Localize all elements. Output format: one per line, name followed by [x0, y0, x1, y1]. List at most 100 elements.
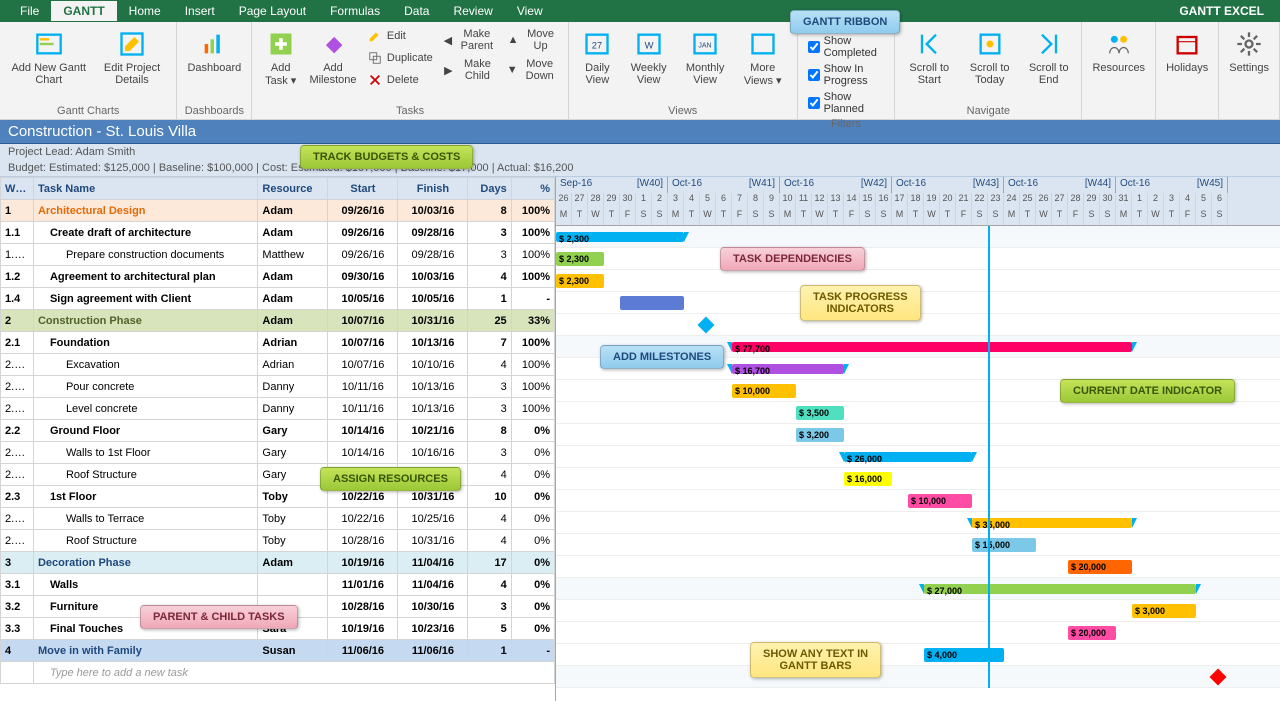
menu-tab-review[interactable]: Review [441, 1, 504, 21]
task-row[interactable]: 2.2.1Walls to 1st FloorGary10/14/1610/16… [1, 442, 555, 464]
more-views-button[interactable]: More Views ▾ [735, 26, 791, 89]
task-row[interactable]: 2.1.3Level concreteDanny10/11/1610/13/16… [1, 398, 555, 420]
show-progress-checkbox[interactable]: Show In Progress [804, 62, 889, 88]
task-row[interactable]: 2Construction PhaseAdam10/07/1610/31/162… [1, 310, 555, 332]
gantt-bar[interactable]: $ 77,700 [732, 342, 1132, 352]
task-row[interactable]: 1.2Agreement to architectural planAdam09… [1, 266, 555, 288]
milestone-marker[interactable] [698, 317, 715, 334]
gantt-bar[interactable]: $ 15,000 [972, 538, 1036, 552]
task-row[interactable]: 2.1.1ExcavationAdrian10/07/1610/10/16410… [1, 354, 555, 376]
gantt-row[interactable]: $ 10,000 [556, 490, 1280, 512]
gantt-row[interactable]: $ 20,000 [556, 622, 1280, 644]
gantt-row[interactable]: $ 3,200 [556, 424, 1280, 446]
scroll-start-button[interactable]: Scroll to Start [901, 26, 957, 88]
gantt-row[interactable]: $ 2,300 [556, 248, 1280, 270]
gantt-row[interactable]: $ 2,300 [556, 226, 1280, 248]
add-milestone-button[interactable]: Add Milestone [305, 26, 361, 90]
svg-text:27: 27 [592, 41, 602, 51]
move-up-button[interactable]: ▲Move Up [503, 26, 562, 54]
gantt-bar[interactable]: $ 2,300 [556, 232, 684, 242]
task-row[interactable]: 2.2Ground FloorGary10/14/1610/21/1680% [1, 420, 555, 442]
resources-button[interactable]: Resources [1088, 26, 1149, 76]
show-planned-checkbox[interactable]: Show Planned [804, 90, 889, 116]
task-row[interactable]: 2.2.2Roof StructureGary10/18/1610/21/164… [1, 464, 555, 486]
task-row[interactable]: 4Move in with FamilySusan11/06/1611/06/1… [1, 640, 555, 662]
task-row[interactable]: 2.3.2Roof StructureToby10/28/1610/31/164… [1, 530, 555, 552]
task-row[interactable]: 1.1.1Prepare construction documentsMatth… [1, 244, 555, 266]
gantt-bar[interactable]: $ 20,000 [1068, 560, 1132, 574]
edit-project-button[interactable]: Edit Project Details [94, 26, 171, 88]
gantt-bar[interactable]: $ 26,000 [844, 452, 972, 462]
menu-tab-formulas[interactable]: Formulas [318, 1, 392, 21]
gantt-bar[interactable]: $ 2,300 [556, 252, 604, 266]
header-days[interactable]: Days [468, 178, 511, 200]
gantt-row[interactable]: $ 16,000 [556, 468, 1280, 490]
gantt-row[interactable]: $ 4,000 [556, 644, 1280, 666]
task-row[interactable]: 2.3.1Walls to TerraceToby10/22/1610/25/1… [1, 508, 555, 530]
task-row[interactable]: 3.1Walls11/01/1611/04/1640% [1, 574, 555, 596]
header-resource[interactable]: Resource [258, 178, 328, 200]
daily-view-button[interactable]: 27Daily View [575, 26, 620, 89]
gantt-row[interactable] [556, 666, 1280, 688]
gantt-bar[interactable]: $ 20,000 [1068, 626, 1116, 640]
gantt-bar[interactable]: $ 27,000 [924, 584, 1196, 594]
settings-button[interactable]: Settings [1225, 26, 1273, 76]
holidays-button[interactable]: Holidays [1162, 26, 1212, 76]
gantt-bar[interactable]: $ 10,000 [732, 384, 796, 398]
gantt-row[interactable]: $ 26,000 [556, 446, 1280, 468]
show-completed-checkbox[interactable]: Show Completed [804, 34, 889, 60]
task-row[interactable]: 2.31st FloorToby10/22/1610/31/16100% [1, 486, 555, 508]
task-row[interactable]: 2.1FoundationAdrian10/07/1610/13/167100% [1, 332, 555, 354]
menu-tab-gantt[interactable]: GANTT [51, 1, 116, 21]
edit-task-button[interactable]: Edit [363, 26, 437, 46]
task-row[interactable]: 3Decoration PhaseAdam10/19/1611/04/16170… [1, 552, 555, 574]
task-row[interactable]: 1Architectural DesignAdam09/26/1610/03/1… [1, 200, 555, 222]
header-pct[interactable]: % [511, 178, 554, 200]
milestone-marker[interactable] [1210, 669, 1227, 686]
task-row[interactable]: 1.4Sign agreement with ClientAdam10/05/1… [1, 288, 555, 310]
header-task[interactable]: Task Name [33, 178, 257, 200]
gantt-bar[interactable]: $ 16,000 [844, 472, 892, 486]
dashboard-button[interactable]: Dashboard [183, 26, 245, 76]
gantt-bar[interactable]: $ 3,500 [796, 406, 844, 420]
gantt-bar[interactable]: $ 3,200 [796, 428, 844, 442]
menu-tab-page layout[interactable]: Page Layout [227, 1, 318, 21]
header-finish[interactable]: Finish [398, 178, 468, 200]
gantt-bar[interactable]: $ 2,300 [556, 274, 604, 288]
task-row[interactable]: 2.1.2Pour concreteDanny10/11/1610/13/163… [1, 376, 555, 398]
gantt-bar[interactable] [620, 296, 684, 310]
gantt-row[interactable]: $ 3,500 [556, 402, 1280, 424]
gantt-bar[interactable]: $ 10,000 [908, 494, 972, 508]
move-down-button[interactable]: ▼Move Down [503, 56, 562, 84]
gantt-row[interactable]: $ 3,000 [556, 600, 1280, 622]
menu-tab-view[interactable]: View [505, 1, 555, 21]
gantt-row[interactable]: $ 15,000 [556, 534, 1280, 556]
gantt-row[interactable]: $ 35,000 [556, 512, 1280, 534]
gantt-row[interactable]: $ 27,000 [556, 578, 1280, 600]
new-task-input[interactable]: Type here to add a new task [1, 662, 555, 684]
scroll-today-button[interactable]: Scroll to Today [959, 26, 1020, 88]
svg-text:JAN: JAN [698, 43, 711, 50]
task-row[interactable]: 1.1Create draft of architectureAdam09/26… [1, 222, 555, 244]
gantt-row[interactable]: $ 20,000 [556, 556, 1280, 578]
menu-tab-data[interactable]: Data [392, 1, 441, 21]
menu-tab-home[interactable]: Home [117, 1, 173, 21]
gantt-bar[interactable]: $ 16,700 [732, 364, 844, 374]
gantt-chart: Sep-16[W40]Oct-16[W41]Oct-16[W42]Oct-16[… [556, 177, 1280, 701]
make-parent-button[interactable]: ◀Make Parent [439, 26, 501, 54]
header-start[interactable]: Start [328, 178, 398, 200]
header-wbs[interactable]: WBS [1, 178, 34, 200]
duplicate-button[interactable]: Duplicate [363, 48, 437, 68]
monthly-view-button[interactable]: JANMonthly View [677, 26, 732, 89]
gantt-bar[interactable]: $ 4,000 [924, 648, 1004, 662]
make-child-button[interactable]: ▶Make Child [439, 56, 501, 84]
gantt-bar[interactable]: $ 3,000 [1132, 604, 1196, 618]
add-new-gantt-button[interactable]: Add New Gantt Chart [6, 26, 92, 88]
gantt-bar[interactable]: $ 35,000 [972, 518, 1132, 528]
menu-tab-insert[interactable]: Insert [173, 1, 227, 21]
weekly-view-button[interactable]: WWeekly View [622, 26, 675, 89]
delete-button[interactable]: Delete [363, 70, 437, 90]
menu-tab-file[interactable]: File [8, 1, 51, 21]
add-task-button[interactable]: Add Task ▾ [258, 26, 303, 90]
scroll-end-button[interactable]: Scroll to End [1022, 26, 1076, 88]
